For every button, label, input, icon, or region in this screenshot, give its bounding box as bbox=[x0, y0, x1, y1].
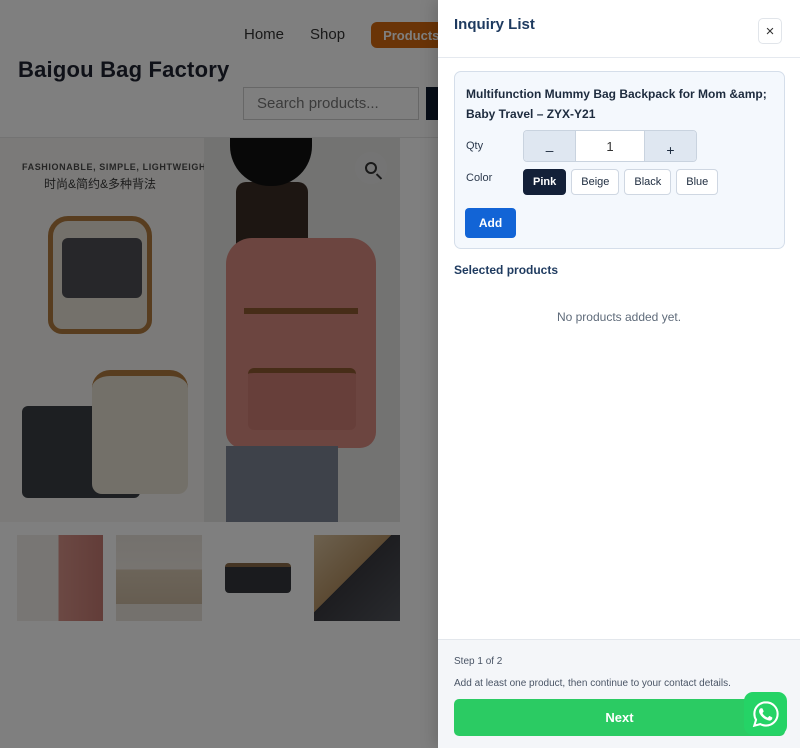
footer-hint: Add at least one product, then continue … bbox=[454, 678, 731, 689]
color-option-pink[interactable]: Pink bbox=[523, 169, 567, 195]
color-option-black[interactable]: Black bbox=[624, 169, 672, 195]
qty-label: Qty bbox=[466, 140, 484, 152]
qty-increment-button[interactable]: + bbox=[644, 131, 696, 161]
whatsapp-glyph bbox=[752, 700, 779, 727]
product-title: Multifunction Mummy Bag Backpack for Mom… bbox=[466, 87, 767, 121]
next-button[interactable]: Next bbox=[454, 699, 785, 736]
inquiry-drawer: Inquiry List × Multifunction Mummy Bag B… bbox=[438, 0, 800, 748]
qty-decrement-button[interactable]: – bbox=[524, 131, 576, 161]
whatsapp-icon[interactable] bbox=[744, 692, 787, 735]
step-indicator: Step 1 of 2 bbox=[454, 656, 503, 667]
color-label: Color bbox=[466, 172, 493, 184]
selected-products-heading: Selected products bbox=[454, 263, 559, 277]
close-icon[interactable]: × bbox=[758, 18, 782, 44]
color-option-beige[interactable]: Beige bbox=[571, 169, 620, 195]
product-card: Multifunction Mummy Bag Backpack for Mom… bbox=[454, 71, 785, 249]
drawer-header: Inquiry List × bbox=[438, 0, 800, 58]
qty-input[interactable]: 1 bbox=[576, 131, 644, 161]
drawer-title: Inquiry List bbox=[454, 16, 535, 33]
color-options: Pink Beige Black Blue bbox=[523, 169, 719, 195]
empty-state-message: No products added yet. bbox=[556, 310, 682, 324]
add-button[interactable]: Add bbox=[465, 208, 516, 238]
color-option-blue[interactable]: Blue bbox=[676, 169, 719, 195]
quantity-stepper: – 1 + bbox=[523, 130, 697, 162]
